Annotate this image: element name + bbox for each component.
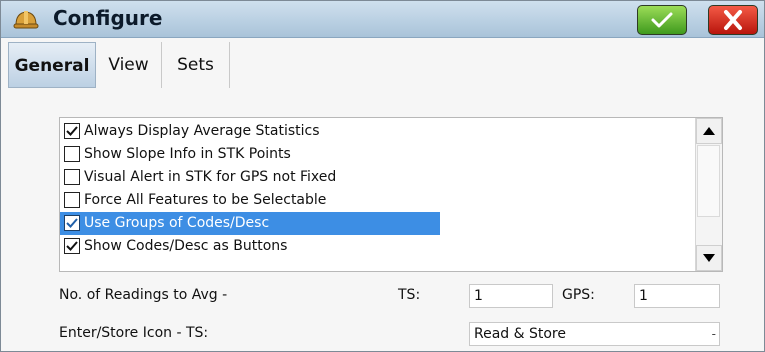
checkbox[interactable]: [64, 123, 80, 139]
options-list: Always Display Average Statistics Show S…: [59, 117, 723, 272]
list-item[interactable]: Always Display Average Statistics: [60, 120, 440, 143]
scroll-up-button[interactable]: [696, 118, 722, 144]
arrow-down-icon: [703, 254, 715, 262]
option-label: Show Codes/Desc as Buttons: [84, 238, 288, 254]
tab-sets[interactable]: Sets: [162, 42, 230, 88]
gps-label: GPS:: [562, 287, 595, 303]
checkbox[interactable]: [64, 238, 80, 254]
arrow-up-icon: [703, 127, 715, 135]
enter-store-label: Enter/Store Icon - TS:: [59, 325, 209, 341]
option-label: Force All Features to be Selectable: [84, 192, 327, 208]
tab-bar: General View Sets: [1, 38, 764, 88]
enter-store-value: Read & Store: [474, 326, 566, 342]
checkbox[interactable]: [64, 146, 80, 162]
scroll-down-button[interactable]: [696, 245, 722, 271]
list-item[interactable]: Show Slope Info in STK Points: [60, 143, 440, 166]
checkmark-icon: [66, 126, 78, 136]
ts-readings-input[interactable]: 1: [469, 284, 553, 308]
ts-label: TS:: [398, 287, 421, 303]
ok-button[interactable]: [637, 5, 687, 35]
dropdown-icon: -: [711, 327, 716, 341]
checkmark-icon: [651, 12, 673, 28]
option-label: Always Display Average Statistics: [84, 123, 320, 139]
gps-readings-input[interactable]: 1: [634, 284, 720, 308]
enter-store-select[interactable]: Read & Store -: [469, 322, 720, 346]
checkbox[interactable]: [64, 215, 80, 231]
configure-dialog: Configure General View Sets Always Displ…: [0, 0, 765, 352]
cancel-button[interactable]: [708, 5, 758, 35]
checkmark-icon: [66, 218, 78, 228]
option-label: Visual Alert in STK for GPS not Fixed: [84, 169, 337, 185]
close-x-icon: [724, 10, 742, 30]
dialog-title: Configure: [53, 6, 163, 30]
tab-general[interactable]: General: [8, 42, 96, 88]
checkbox[interactable]: [64, 192, 80, 208]
list-item[interactable]: Force All Features to be Selectable: [60, 189, 440, 212]
option-label: Use Groups of Codes/Desc: [84, 215, 270, 231]
list-item[interactable]: Visual Alert in STK for GPS not Fixed: [60, 166, 440, 189]
scroll-thumb[interactable]: [697, 145, 720, 217]
list-item[interactable]: Show Codes/Desc as Buttons: [60, 235, 440, 258]
readings-label: No. of Readings to Avg -: [59, 287, 228, 303]
checkbox[interactable]: [64, 169, 80, 185]
title-bar: Configure: [1, 1, 764, 38]
list-item-selected[interactable]: Use Groups of Codes/Desc: [60, 212, 440, 235]
hard-hat-icon: [13, 6, 39, 32]
tab-view[interactable]: View: [96, 42, 162, 88]
option-label: Show Slope Info in STK Points: [84, 146, 291, 162]
checkmark-icon: [66, 241, 78, 251]
list-scrollbar[interactable]: [695, 118, 722, 271]
